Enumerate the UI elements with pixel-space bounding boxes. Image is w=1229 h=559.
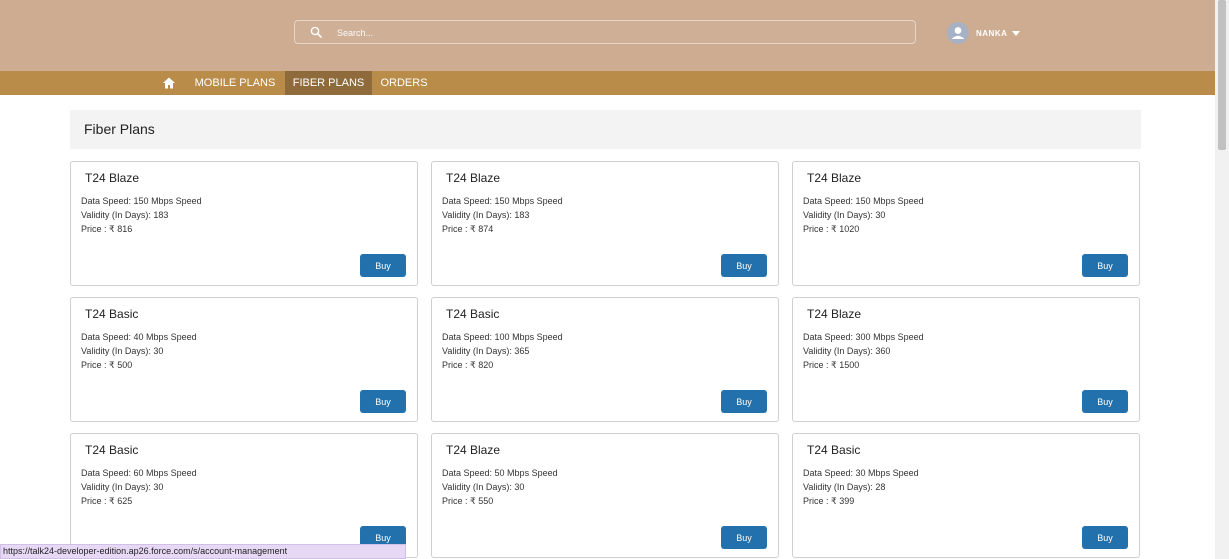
plan-validity: Validity (In Days): 30 (81, 346, 164, 356)
site-header: NANKA (0, 0, 1229, 71)
plan-card: T24 Blaze Data Speed: 300 Mbps Speed Val… (792, 297, 1140, 422)
plan-price: Price : ₹ 820 (442, 360, 494, 370)
plan-validity: Validity (In Days): 30 (442, 482, 525, 492)
plan-price: Price : ₹ 500 (81, 360, 133, 370)
buy-button[interactable]: Buy (1082, 526, 1128, 549)
home-icon[interactable] (162, 76, 176, 90)
nav-orders[interactable]: ORDERS (373, 71, 435, 95)
plan-card: T24 Basic Data Speed: 100 Mbps Speed Val… (431, 297, 779, 422)
nav-fiber-plans[interactable]: FIBER PLANS (285, 71, 372, 95)
plan-card: T24 Blaze Data Speed: 150 Mbps Speed Val… (431, 161, 779, 286)
plan-speed: Data Speed: 40 Mbps Speed (81, 332, 197, 342)
plan-speed: Data Speed: 150 Mbps Speed (442, 196, 563, 206)
buy-button[interactable]: Buy (360, 390, 406, 413)
plan-price: Price : ₹ 1500 (803, 360, 860, 370)
search-icon (310, 26, 322, 38)
plan-card: T24 Basic Data Speed: 40 Mbps Speed Vali… (70, 297, 418, 422)
section-header: Fiber Plans (70, 110, 1141, 149)
plan-speed: Data Speed: 150 Mbps Speed (81, 196, 202, 206)
plan-name: T24 Basic (446, 307, 500, 321)
plan-speed: Data Speed: 100 Mbps Speed (442, 332, 563, 342)
buy-button[interactable]: Buy (1082, 254, 1128, 277)
plan-card: T24 Blaze Data Speed: 50 Mbps Speed Vali… (431, 433, 779, 558)
plan-speed: Data Speed: 30 Mbps Speed (803, 468, 919, 478)
plan-card: T24 Blaze Data Speed: 150 Mbps Speed Val… (70, 161, 418, 286)
buy-button[interactable]: Buy (721, 390, 767, 413)
plan-speed: Data Speed: 300 Mbps Speed (803, 332, 924, 342)
plan-card: T24 Basic Data Speed: 30 Mbps Speed Vali… (792, 433, 1140, 558)
buy-button[interactable]: Buy (360, 254, 406, 277)
plan-name: T24 Blaze (446, 443, 501, 457)
plan-validity: Validity (In Days): 365 (442, 346, 530, 356)
plan-name: T24 Basic (85, 307, 139, 321)
plan-name: T24 Blaze (446, 171, 501, 185)
plan-name: T24 Blaze (807, 307, 862, 321)
plan-validity: Validity (In Days): 28 (803, 482, 886, 492)
scrollbar-thumb[interactable] (1218, 0, 1226, 150)
plan-price: Price : ₹ 874 (442, 224, 494, 234)
buy-button[interactable]: Buy (1082, 390, 1128, 413)
search-input[interactable] (335, 23, 899, 43)
plan-validity: Validity (In Days): 360 (803, 346, 891, 356)
plan-name: T24 Basic (85, 443, 139, 457)
search-box[interactable] (294, 20, 916, 44)
plan-speed: Data Speed: 60 Mbps Speed (81, 468, 197, 478)
plan-price: Price : ₹ 625 (81, 496, 133, 506)
plan-name: T24 Blaze (85, 171, 140, 185)
plan-price: Price : ₹ 550 (442, 496, 494, 506)
plan-card: T24 Basic Data Speed: 60 Mbps Speed Vali… (70, 433, 418, 558)
plan-validity: Validity (In Days): 183 (442, 210, 530, 220)
user-icon (951, 27, 965, 39)
plan-name: T24 Basic (807, 443, 861, 457)
plan-speed: Data Speed: 50 Mbps Speed (442, 468, 558, 478)
plan-speed: Data Speed: 150 Mbps Speed (803, 196, 924, 206)
status-bar-url: https://talk24-developer-edition.ap26.fo… (0, 544, 406, 559)
plan-price: Price : ₹ 399 (803, 496, 855, 506)
main-nav: MOBILE PLANS FIBER PLANS ORDERS (0, 71, 1229, 95)
page-scrollbar[interactable] (1215, 0, 1229, 559)
nav-mobile-plans[interactable]: MOBILE PLANS (186, 71, 284, 95)
plan-validity: Validity (In Days): 30 (81, 482, 164, 492)
avatar[interactable] (947, 22, 969, 44)
plan-name: T24 Blaze (807, 171, 862, 185)
plan-validity: Validity (In Days): 30 (803, 210, 886, 220)
page-title: Fiber Plans (84, 121, 155, 137)
plan-card: T24 Blaze Data Speed: 150 Mbps Speed Val… (792, 161, 1140, 286)
plan-price: Price : ₹ 1020 (803, 224, 860, 234)
buy-button[interactable]: Buy (721, 254, 767, 277)
user-menu[interactable]: NANKA (947, 22, 1021, 44)
user-name[interactable]: NANKA (976, 29, 1007, 38)
chevron-down-icon[interactable] (1012, 30, 1021, 36)
buy-button[interactable]: Buy (721, 526, 767, 549)
plan-validity: Validity (In Days): 183 (81, 210, 169, 220)
plan-price: Price : ₹ 816 (81, 224, 133, 234)
